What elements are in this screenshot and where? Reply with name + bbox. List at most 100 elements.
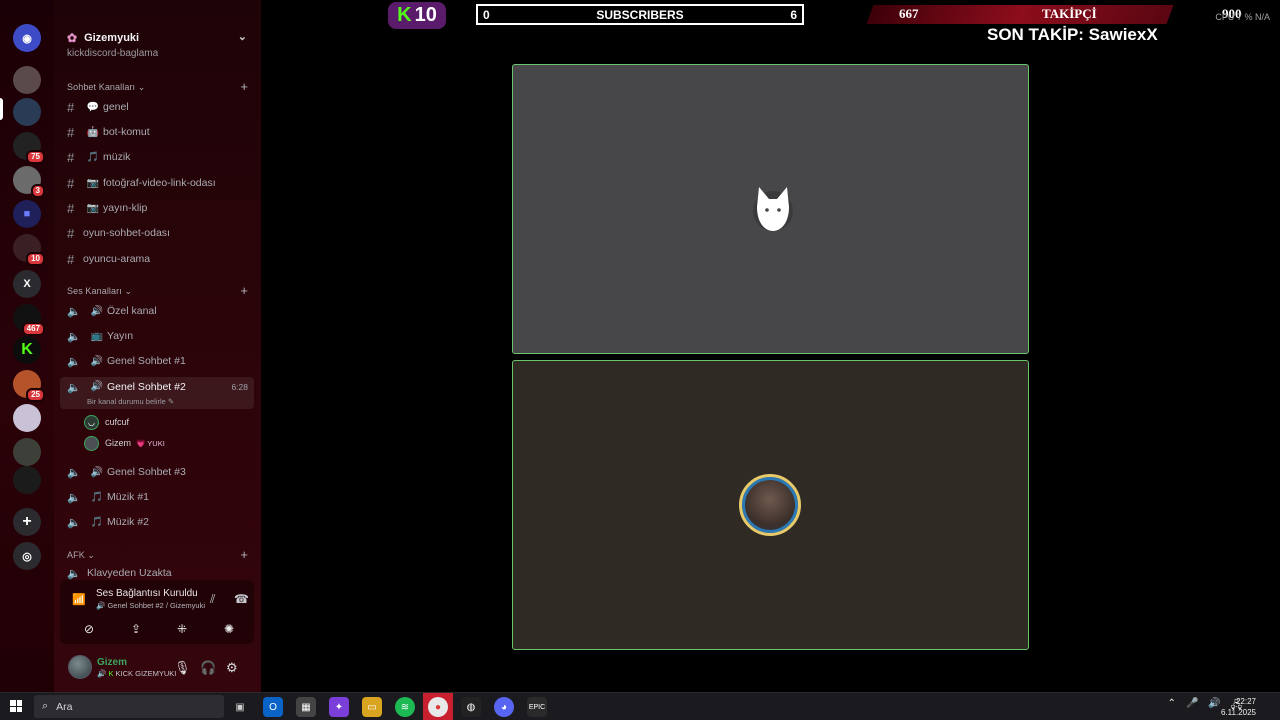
voice-channel-afk[interactable]: 🔈 Klavyeden Uzakta [60, 566, 254, 580]
user-status-text: KICK GIZEMYUKI [115, 669, 177, 678]
hash-icon: # [67, 175, 75, 191]
voice-timer: 6:28 [231, 382, 248, 392]
add-channel-icon[interactable]: + [240, 79, 248, 94]
channel-label: Genel Sohbet #3 [107, 466, 186, 478]
voice-channel-genel-1[interactable]: 🔈 🔊 Genel Sohbet #1 [60, 350, 254, 372]
kick-logo-icon: K [397, 4, 412, 26]
channel-label: Müzik #1 [107, 491, 150, 503]
voice-channel-genel-2[interactable]: 🔈 🔊 Genel Sohbet #2 6:28 Bir kanal durumu … [60, 377, 254, 409]
spotify-icon[interactable]: ≋ [395, 697, 415, 717]
kick-server-icon[interactable]: K [13, 336, 41, 364]
obs-icon[interactable]: ◍ [461, 697, 481, 717]
noise-suppression-icon[interactable]: ⫽ [210, 592, 215, 607]
voice-tile-gizem[interactable] [512, 360, 1029, 650]
soundboard-button[interactable]: ✺ [208, 618, 250, 640]
copilot-icon[interactable]: ✦ [329, 697, 349, 717]
channel-oyuncu-arama[interactable]: # oyuncu-arama [60, 248, 254, 270]
voice-channel-genel-3[interactable]: 🔈 🔊 Genel Sohbet #3 [60, 461, 254, 483]
channel-bot-komut[interactable]: # 🤖 bot-komut [60, 121, 254, 143]
channel-oyun-sohbet[interactable]: # oyun-sohbet-odası [60, 222, 254, 244]
server-icon[interactable] [13, 66, 41, 94]
selected-server-pill [0, 98, 3, 120]
server-icon-x[interactable]: X [13, 270, 41, 298]
microphone-icon[interactable]: 🎤 [1186, 698, 1198, 715]
chevron-up-icon[interactable]: ⌃ [1168, 698, 1176, 715]
kick-count: 10 [414, 4, 437, 26]
camera-off-button[interactable]: ⊘ [68, 618, 110, 640]
server-header[interactable]: ✿ Gizemyuki ⌄ [54, 27, 261, 49]
voice-channel-yayin[interactable]: 🔈 📺 Yayın [60, 325, 254, 347]
cpu-label: CPU [1215, 12, 1235, 22]
activities-button[interactable]: ⁜ [161, 618, 203, 640]
voice-channel-muzik-1[interactable]: 🔈 🎵 Müzik #1 [60, 486, 254, 508]
screen-share-button[interactable]: ⇪ [115, 618, 157, 640]
task-view-icon[interactable]: ▣ [230, 697, 250, 717]
gear-icon[interactable]: ⚙ [226, 660, 238, 676]
windows-start-icon[interactable] [10, 700, 22, 712]
taskbar: ⌕ Ara ▣ O ▦ ✦ ▭ ≋ ● ◍ ◕ EPIC ⌃ 🎤 🔊 🖧 22:2… [0, 692, 1280, 720]
category-voice[interactable]: Ses Kanalları ⌄ [67, 286, 132, 297]
channel-emoji: 🔊 [90, 355, 104, 367]
store-icon[interactable]: ▦ [296, 697, 316, 717]
server-icon[interactable]: 25 [13, 370, 45, 402]
server-icon[interactable]: 467 [13, 304, 45, 336]
category-chat[interactable]: Sohbet Kanalları ⌄ [67, 82, 145, 93]
folder-icon[interactable]: ■ [13, 200, 41, 228]
voice-channel-muzik-2[interactable]: 🔈 🎵 Müzik #2 [60, 511, 254, 533]
discord-home-icon[interactable]: ◉ [13, 24, 41, 52]
channel-partial[interactable]: kickdiscord-baglama [67, 48, 158, 60]
channel-yayin-klip[interactable]: # 📷 yayın-klip [60, 197, 254, 219]
outlook-icon[interactable]: O [263, 697, 283, 717]
signal-icon[interactable]: 📶 [72, 593, 86, 606]
search-icon: ⌕ [42, 700, 49, 712]
server-icon[interactable] [13, 404, 41, 432]
voice-member[interactable]: Gizem 💗 YUKI [84, 434, 165, 452]
server-icon[interactable] [13, 466, 41, 494]
explore-icon[interactable]: ◎ [13, 542, 41, 570]
taskbar-search[interactable]: ⌕ Ara [34, 695, 224, 718]
add-server-icon[interactable]: + [13, 508, 41, 536]
voice-member[interactable]: ◡ cufcuf [84, 413, 129, 431]
channel-muzik[interactable]: # 🎵 müzik [60, 146, 254, 168]
disconnect-icon[interactable]: ☎ [234, 592, 249, 606]
add-channel-icon[interactable]: + [240, 547, 248, 562]
subscribers-goal-bar: 0 SUBSCRIBERS 6 [476, 4, 804, 25]
category-afk[interactable]: AFK ⌄ [67, 550, 95, 561]
epic-games-icon[interactable]: EPIC [527, 697, 547, 717]
last-follower: SON TAKİP: SawiexX [987, 25, 1158, 44]
hash-icon: # [67, 149, 75, 165]
file-explorer-icon[interactable]: ▭ [362, 697, 382, 717]
server-icon[interactable]: 75 [13, 132, 45, 164]
speaker-icon: 🔈 [67, 567, 81, 580]
server-icon-gizemyuki[interactable] [13, 98, 41, 126]
chrome-icon[interactable]: ● [428, 697, 448, 717]
clock[interactable]: 22:27 6.11.2025 [1221, 696, 1256, 718]
channel-genel[interactable]: # 💬 genel [60, 96, 254, 118]
server-icon[interactable]: 3 [13, 166, 45, 198]
voice-channel-ozel[interactable]: 🔈 🔊 Özel kanal [60, 300, 254, 322]
system-info: CPU 7 % N/A [1215, 12, 1270, 22]
volume-icon[interactable]: 🔊 [1208, 698, 1220, 715]
category-label: Ses Kanalları [67, 286, 122, 296]
discord-icon[interactable]: ◕ [494, 697, 514, 717]
voice-tile-cufcuf[interactable] [512, 64, 1029, 354]
add-channel-icon[interactable]: + [240, 283, 248, 298]
cat-avatar-icon [753, 187, 793, 231]
channel-label: bot-komut [103, 126, 150, 138]
unread-badge: 467 [21, 322, 45, 336]
channel-label: Müzik #2 [107, 516, 150, 528]
server-icon[interactable] [13, 438, 41, 466]
channel-fotograf[interactable]: # 📷 fotoğraf-video-link-odası [60, 172, 254, 194]
avatar[interactable] [68, 655, 92, 679]
headphones-icon[interactable]: 🎧 [200, 660, 216, 676]
channel-emoji: 📷 [86, 202, 100, 214]
microphone-icon[interactable]: 🎙 [174, 660, 191, 676]
channel-label: Genel Sohbet #2 [107, 381, 186, 393]
channel-label: yayın-klip [103, 202, 148, 214]
na-value: N/A [1254, 12, 1270, 22]
voice-location[interactable]: 🔊 Genel Sohbet #2 / Gizemyuki [96, 601, 205, 610]
pencil-icon: ✎ [167, 397, 175, 406]
search-placeholder: Ara [56, 700, 73, 713]
channel-status-hint[interactable]: Bir kanal durumu belirle ✎ [87, 397, 174, 406]
server-icon[interactable]: 10 [13, 234, 45, 266]
